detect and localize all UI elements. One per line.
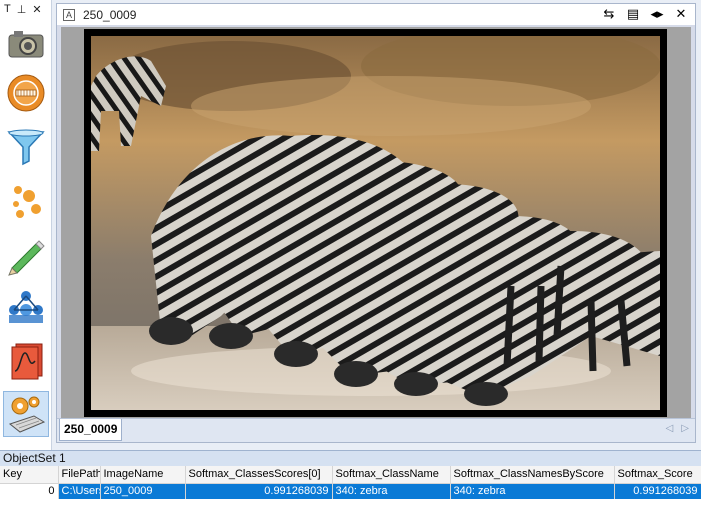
cell-key: 0 (0, 483, 59, 499)
document-title: 250_0009 (83, 7, 137, 22)
signal-tool[interactable] (3, 338, 49, 384)
image-frame (84, 29, 667, 417)
swap-icon[interactable]: ⇆ (601, 6, 617, 22)
signal-icon (11, 343, 43, 380)
image-document-panel: A 250_0009 ⇆ ▤ ◂▸ ✕ 250_0009 ◁ ▷ (56, 3, 696, 443)
cell-namesbyscore[interactable]: 340: zebra (450, 483, 615, 499)
blobs-tool[interactable] (3, 178, 49, 224)
settings-tool[interactable] (3, 391, 49, 437)
objectset-grid: Key FilePath ImageName Softmax_ClassesSc… (0, 466, 701, 499)
pencil-tool[interactable] (3, 233, 49, 279)
table-row[interactable]: 0 C:\Users 250_0009 0.991268039 340: zeb… (0, 483, 701, 499)
column-header-namesbyscore[interactable]: Softmax_ClassNamesByScore (450, 466, 615, 484)
cell-classname[interactable]: 340: zebra (332, 483, 451, 499)
column-header-key[interactable]: Key (0, 466, 59, 484)
zebra-photo[interactable] (91, 36, 660, 410)
blobs-icon (13, 186, 41, 218)
funnel-icon (7, 129, 45, 166)
cell-scores[interactable]: 0.991268039 (185, 483, 333, 499)
cell-imagename[interactable]: 250_0009 (100, 483, 186, 499)
tool-palette: T ⊥ ✕ (0, 0, 52, 450)
filter-tool[interactable] (3, 124, 49, 170)
objectset-panel: ObjectSet 1 Key FilePath ImageName Softm… (0, 450, 701, 517)
image-viewer[interactable] (61, 27, 691, 418)
molecules-icon (9, 291, 43, 323)
gears-keyboard-icon (8, 396, 46, 433)
column-header-score[interactable]: Softmax_Score (614, 466, 701, 484)
tool-palette-header: T ⊥ ✕ (0, 0, 51, 18)
column-header-filepath[interactable]: FilePath (58, 466, 101, 484)
cell-filepath[interactable]: C:\Users (58, 483, 101, 499)
camera-tool[interactable] (3, 21, 49, 67)
gauge-icon (7, 74, 45, 112)
document-tab-strip: 250_0009 ◁ ▷ (57, 418, 695, 442)
navigate-icon[interactable]: ◂▸ (649, 6, 665, 22)
tab-scroll-arrows: ◁ ▷ (666, 423, 689, 434)
pin-icon[interactable]: ⊥ (17, 3, 27, 16)
grid-header-row: Key FilePath ImageName Softmax_ClassesSc… (0, 466, 701, 484)
meter-tool[interactable] (3, 70, 49, 116)
close-icon[interactable]: ✕ (32, 3, 41, 16)
app-window: T ⊥ ✕ A 250_0009 ⇆ ▤ ◂▸ ✕ 250_0009 ◁ ▷ O… (0, 0, 701, 517)
text-mode-button[interactable]: T (4, 3, 11, 15)
scroll-right-icon[interactable]: ▷ (681, 423, 689, 434)
close-document-icon[interactable]: ✕ (673, 6, 689, 22)
cell-score[interactable]: 0.991268039 (614, 483, 701, 499)
camera-icon (8, 31, 44, 58)
molecules-tool[interactable] (3, 285, 49, 331)
document-controls: ⇆ ▤ ◂▸ ✕ (601, 6, 689, 22)
scroll-left-icon[interactable]: ◁ (666, 423, 674, 434)
document-title-bar: A 250_0009 ⇆ ▤ ◂▸ ✕ (57, 4, 695, 25)
column-header-scores[interactable]: Softmax_ClassesScores[0] (185, 466, 333, 484)
list-icon[interactable]: ▤ (625, 6, 641, 22)
objectset-title: ObjectSet 1 (0, 450, 701, 466)
pencil-icon (8, 240, 45, 276)
tab-250-0009[interactable]: 250_0009 (59, 419, 123, 441)
column-header-classname[interactable]: Softmax_ClassName (332, 466, 451, 484)
document-type-icon: A (63, 8, 75, 21)
column-header-imagename[interactable]: ImageName (100, 466, 186, 484)
